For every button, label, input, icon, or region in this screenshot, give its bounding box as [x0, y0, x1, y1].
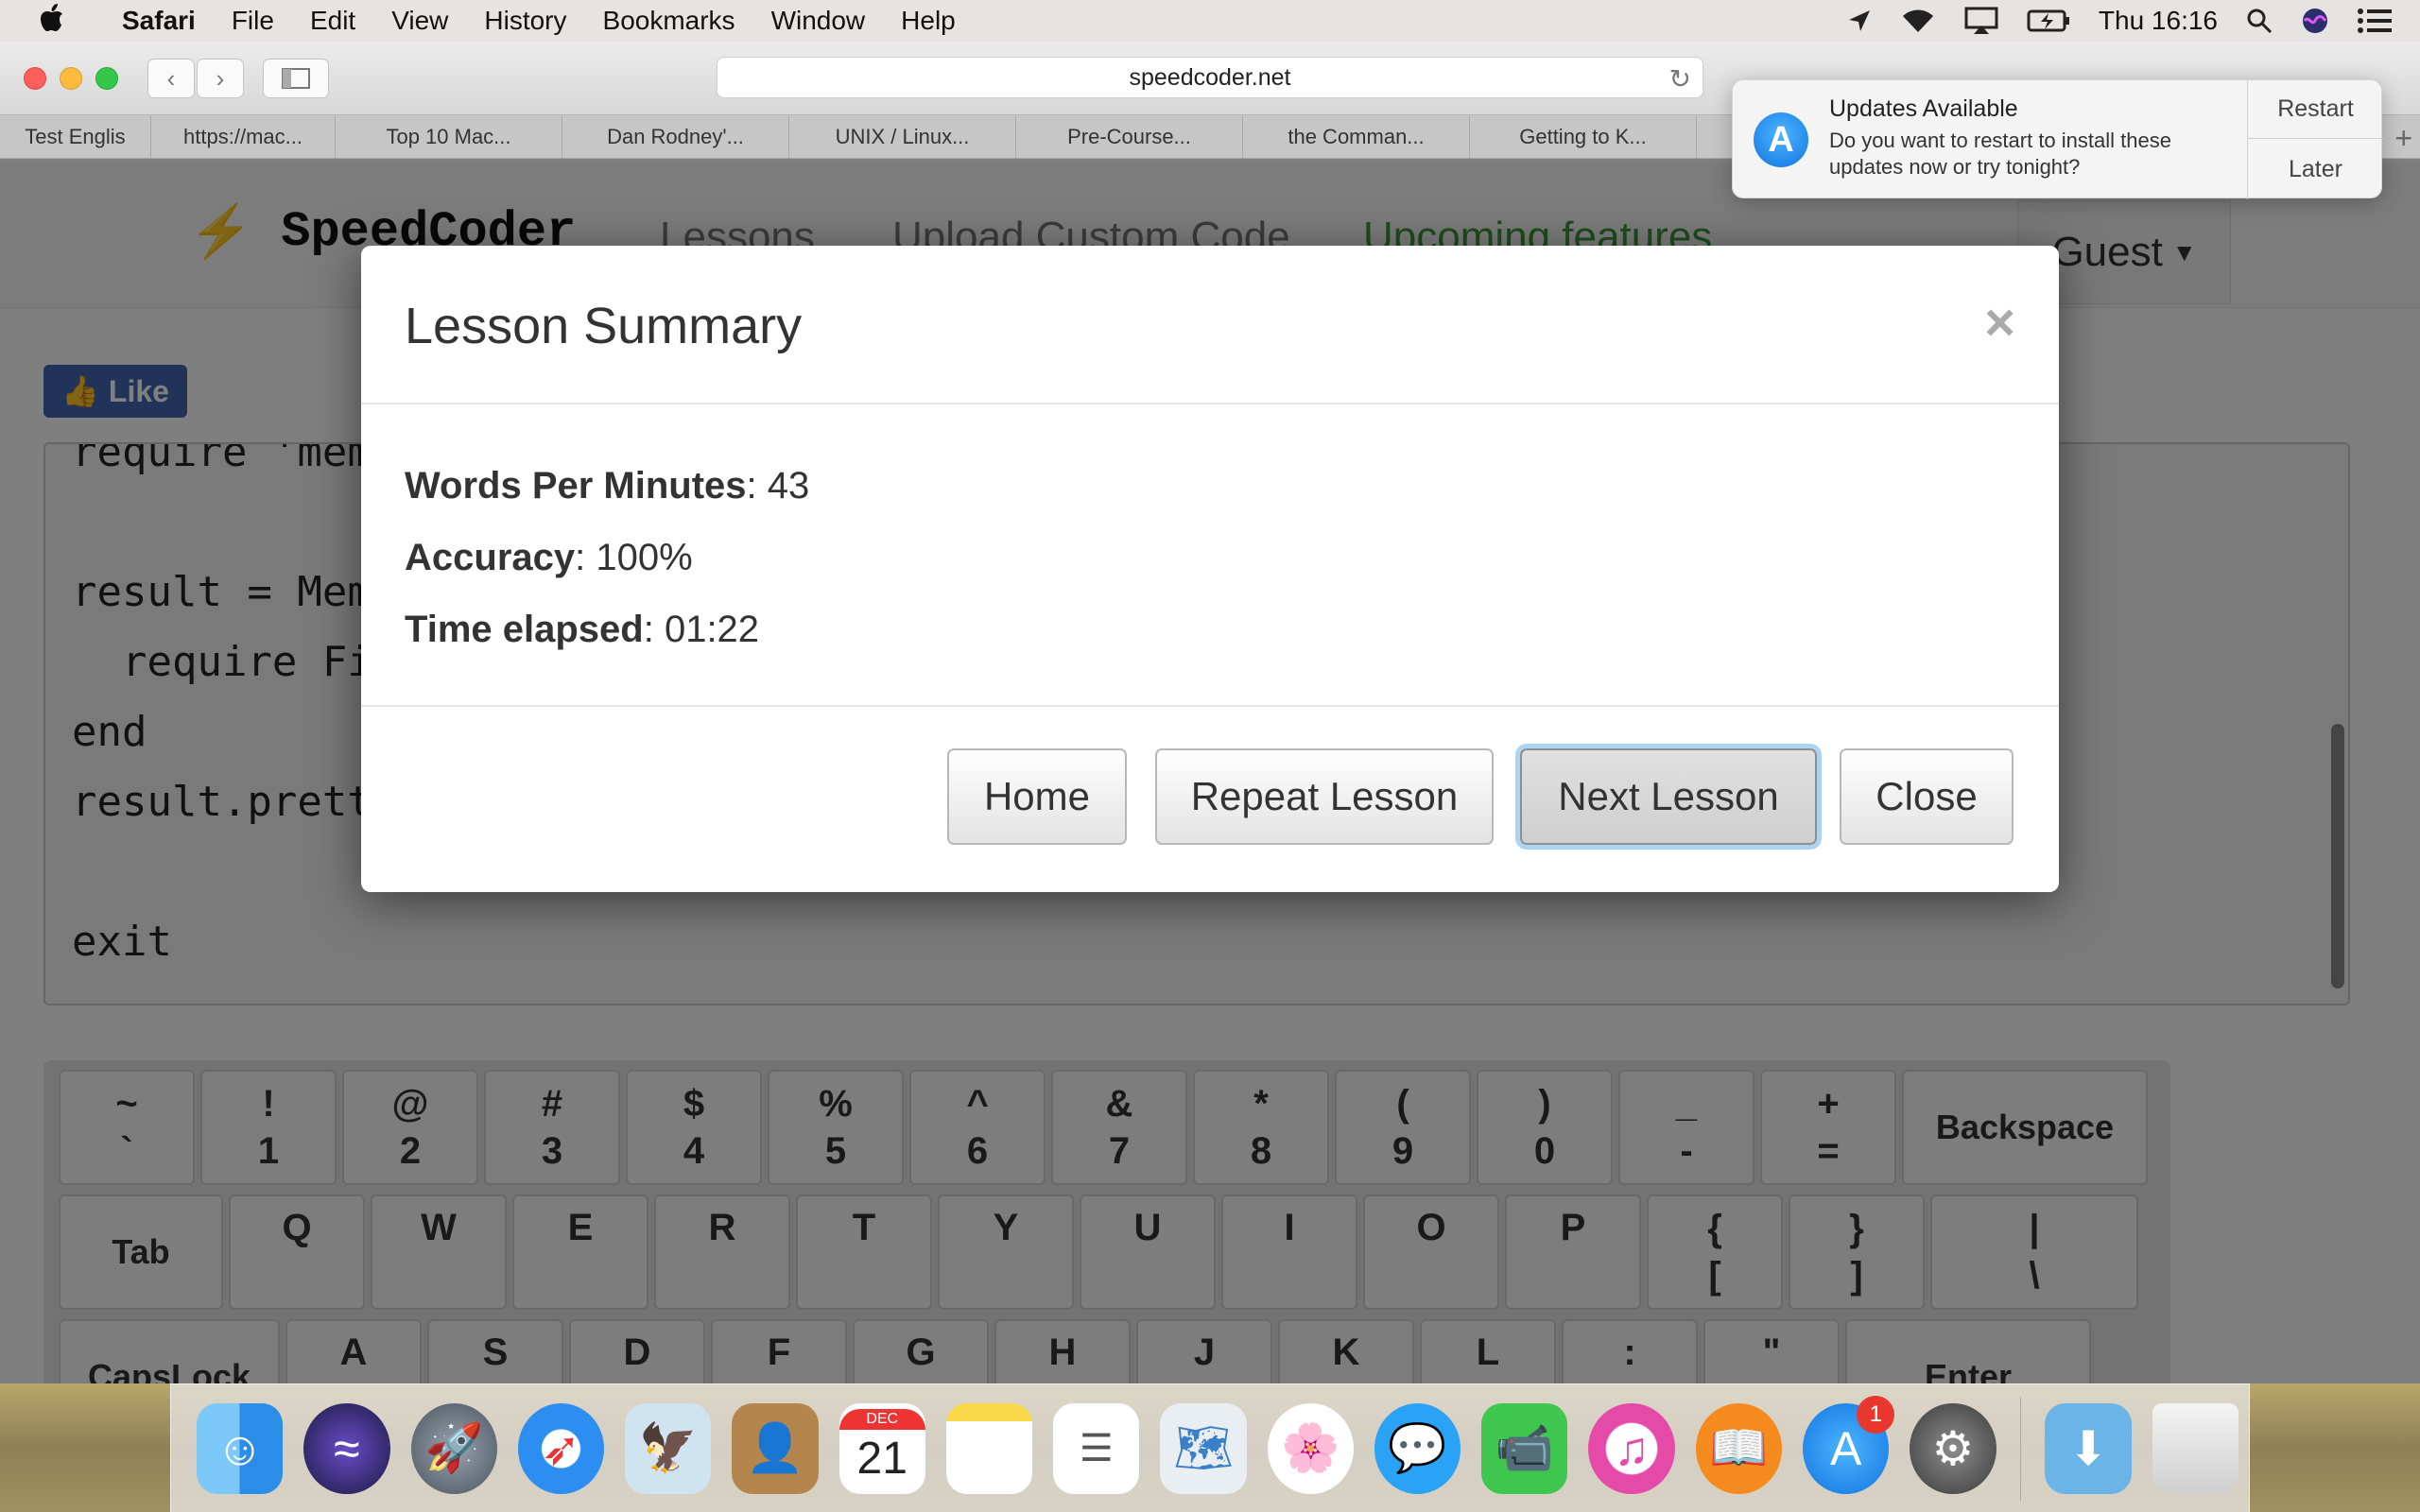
close-icon[interactable]: ×	[1984, 291, 2015, 352]
calendar-icon[interactable]: DEC 21	[838, 1402, 925, 1494]
restart-button[interactable]: Restart	[2248, 80, 2383, 139]
reminders-icon[interactable]: ☰	[1053, 1402, 1140, 1494]
menu-history[interactable]: History	[466, 6, 584, 36]
tab-item[interactable]: https://mac...	[151, 115, 336, 159]
tab-item[interactable]: UNIX / Linux...	[789, 115, 1016, 159]
repeat-lesson-button[interactable]: Repeat Lesson	[1155, 748, 1494, 845]
safari-icon[interactable]: ➶	[517, 1402, 605, 1494]
contacts-icon[interactable]: 👤	[732, 1402, 819, 1494]
chevron-left-icon: ‹	[166, 63, 176, 93]
airplay-icon[interactable]	[1964, 7, 1998, 35]
stat-value: 100%	[596, 537, 693, 578]
stat-accuracy: Accuracy: 100%	[405, 537, 693, 578]
clock[interactable]: Thu 16:16	[2099, 6, 2218, 36]
update-notification: A Updates Available Do you want to resta…	[1732, 79, 2383, 199]
tab-item[interactable]: the Comman...	[1243, 115, 1470, 159]
tab-item[interactable]: Test Englis	[0, 115, 151, 159]
calendar-month: DEC	[838, 1408, 925, 1430]
back-button[interactable]: ‹	[147, 59, 195, 98]
messages-icon[interactable]: 💬	[1374, 1402, 1461, 1494]
new-tab-icon[interactable]: +	[2394, 121, 2412, 156]
address-bar[interactable]: speedcoder.net ↻	[717, 57, 1703, 98]
modal-header: Lesson Summary ×	[361, 246, 2059, 404]
wifi-icon[interactable]	[1900, 8, 1936, 34]
window-close-button[interactable]	[24, 67, 46, 90]
reload-icon[interactable]: ↻	[1669, 63, 1691, 94]
siri-icon[interactable]	[2301, 7, 2329, 35]
stat-wpm: Words Per Minutes: 43	[405, 465, 810, 507]
facetime-icon[interactable]: 📹	[1481, 1402, 1568, 1494]
spotlight-icon[interactable]	[2246, 8, 2273, 34]
mail-icon[interactable]: 🦅	[625, 1402, 712, 1494]
forward-button[interactable]: ›	[197, 59, 244, 98]
home-button[interactable]: Home	[947, 748, 1127, 845]
next-lesson-button[interactable]: Next Lesson	[1520, 748, 1817, 845]
url-text: speedcoder.net	[1129, 63, 1291, 91]
later-button[interactable]: Later	[2248, 140, 2383, 198]
chevron-right-icon: ›	[216, 63, 225, 93]
notification-message: Do you want to restart to install these …	[1829, 129, 2171, 179]
menu-bookmarks[interactable]: Bookmarks	[585, 6, 753, 36]
stat-label: Time elapsed	[405, 609, 644, 650]
modal-body: Words Per Minutes: 43 Accuracy: 100% Tim…	[361, 404, 2059, 707]
tab-item[interactable]: Pre-Course...	[1016, 115, 1243, 159]
modal-footer: Home Repeat Lesson Next Lesson Close	[361, 707, 2059, 888]
notes-icon[interactable]	[945, 1402, 1033, 1494]
stat-time-elapsed: Time elapsed: 01:22	[405, 609, 760, 650]
tab-item[interactable]: Getting to K...	[1470, 115, 1697, 159]
notification-center-icon[interactable]	[2358, 9, 2392, 33]
maps-icon[interactable]: 🗺	[1160, 1402, 1247, 1494]
window-minimize-button[interactable]	[60, 67, 82, 90]
dock: ☺ ≈ 🚀 ➶ 🦅 👤 DEC 21 ☰ 🗺 🌸 💬 📹 ♫ 📖 A 1 ⚙ ⬇	[170, 1383, 2250, 1512]
finder-icon[interactable]: ☺	[197, 1402, 284, 1494]
itunes-icon[interactable]: ♫	[1588, 1402, 1675, 1494]
location-icon[interactable]	[1847, 9, 1872, 33]
downloads-folder-icon[interactable]: ⬇	[2045, 1402, 2132, 1494]
trash-icon[interactable]	[2152, 1402, 2238, 1494]
sidebar-icon	[282, 68, 310, 89]
stat-value: 01:22	[664, 609, 760, 650]
sidebar-button[interactable]	[263, 59, 329, 98]
app-store-icon: A	[1754, 112, 1808, 167]
menu-app-name[interactable]: Safari	[104, 6, 214, 36]
modal-title: Lesson Summary	[405, 298, 803, 354]
launchpad-icon[interactable]: 🚀	[410, 1402, 497, 1494]
battery-icon[interactable]	[2027, 9, 2070, 33]
stat-value: 43	[767, 465, 810, 507]
menu-view[interactable]: View	[373, 6, 466, 36]
dock-separator	[2019, 1396, 2022, 1501]
notification-badge: 1	[1857, 1395, 1895, 1434]
close-button[interactable]: Close	[1840, 748, 2014, 845]
ibooks-icon[interactable]: 📖	[1695, 1402, 1782, 1494]
apple-menu-icon[interactable]	[0, 3, 104, 39]
stat-label: Words Per Minutes	[405, 465, 747, 507]
menu-window[interactable]: Window	[753, 6, 884, 36]
siri-icon[interactable]: ≈	[303, 1402, 390, 1494]
lesson-summary-modal: Lesson Summary × Words Per Minutes: 43 A…	[361, 246, 2059, 892]
menu-file[interactable]: File	[214, 6, 292, 36]
photos-icon[interactable]: 🌸	[1267, 1402, 1354, 1494]
menu-edit[interactable]: Edit	[292, 6, 373, 36]
tab-item[interactable]: Dan Rodney'...	[562, 115, 789, 159]
app-store-dock-icon[interactable]: A 1	[1802, 1395, 1895, 1494]
window-zoom-button[interactable]	[95, 67, 118, 90]
tab-item[interactable]: Top 10 Mac...	[336, 115, 562, 159]
stat-label: Accuracy	[405, 537, 576, 578]
menu-bar: Safari File Edit View History Bookmarks …	[0, 0, 2420, 42]
calendar-day: 21	[856, 1433, 908, 1484]
menu-help[interactable]: Help	[883, 6, 974, 36]
system-preferences-icon[interactable]: ⚙	[1910, 1402, 1996, 1494]
notification-title: Updates Available	[1829, 95, 2018, 122]
